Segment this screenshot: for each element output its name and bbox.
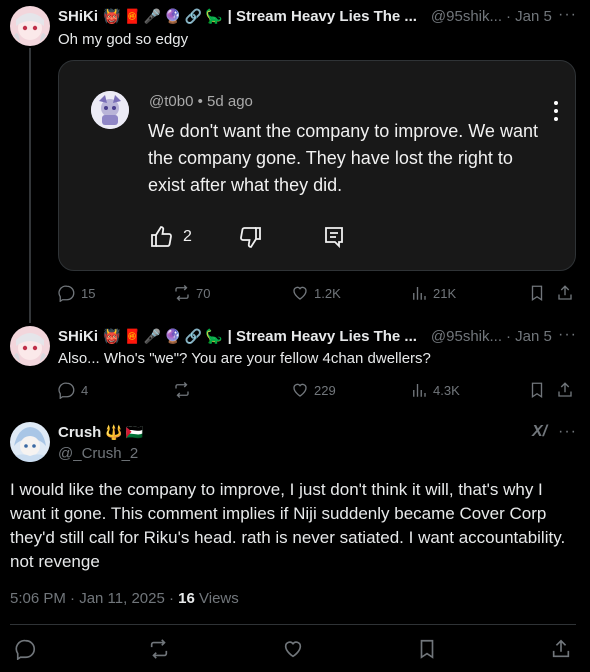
user-handle[interactable]: @_Crush_2 xyxy=(58,445,138,462)
grok-button[interactable]: X/ xyxy=(532,423,547,441)
like-button[interactable] xyxy=(282,638,304,665)
repost-button[interactable] xyxy=(148,638,170,665)
views-label: Views xyxy=(199,590,239,607)
share-button[interactable] xyxy=(550,638,572,665)
reply-icon xyxy=(15,639,35,661)
share-icon xyxy=(552,639,570,658)
heart-icon xyxy=(284,641,302,658)
display-name[interactable]: Crush xyxy=(58,424,101,441)
tweet-text: I would like the company to improve, I j… xyxy=(10,480,566,571)
main-tweet: Crush 🔱 🇵🇸 @_Crush_2 X/ ··· I would like… xyxy=(0,0,590,672)
trident-emoji: 🔱 xyxy=(105,424,123,440)
view-count: 16 xyxy=(178,590,195,607)
bookmark-button[interactable] xyxy=(416,638,438,665)
timestamp[interactable]: 5:06 PM · Jan 11, 2025 · xyxy=(10,590,174,607)
more-options-button[interactable]: ··· xyxy=(558,423,577,441)
repost-icon xyxy=(150,639,168,659)
author-name-row: Crush 🔱 🇵🇸 xyxy=(58,424,148,441)
name-badges: 🔱 🇵🇸 xyxy=(105,424,143,441)
palestine-flag-emoji: 🇵🇸 xyxy=(125,424,144,440)
tweet-metadata: 5:06 PM · Jan 11, 2025 · 16 Views xyxy=(10,590,239,607)
bookmark-icon xyxy=(420,639,434,659)
reply-button[interactable] xyxy=(15,638,37,665)
avatar[interactable] xyxy=(10,422,50,462)
divider xyxy=(10,624,576,625)
author-handle-row: @_Crush_2 xyxy=(58,445,138,462)
